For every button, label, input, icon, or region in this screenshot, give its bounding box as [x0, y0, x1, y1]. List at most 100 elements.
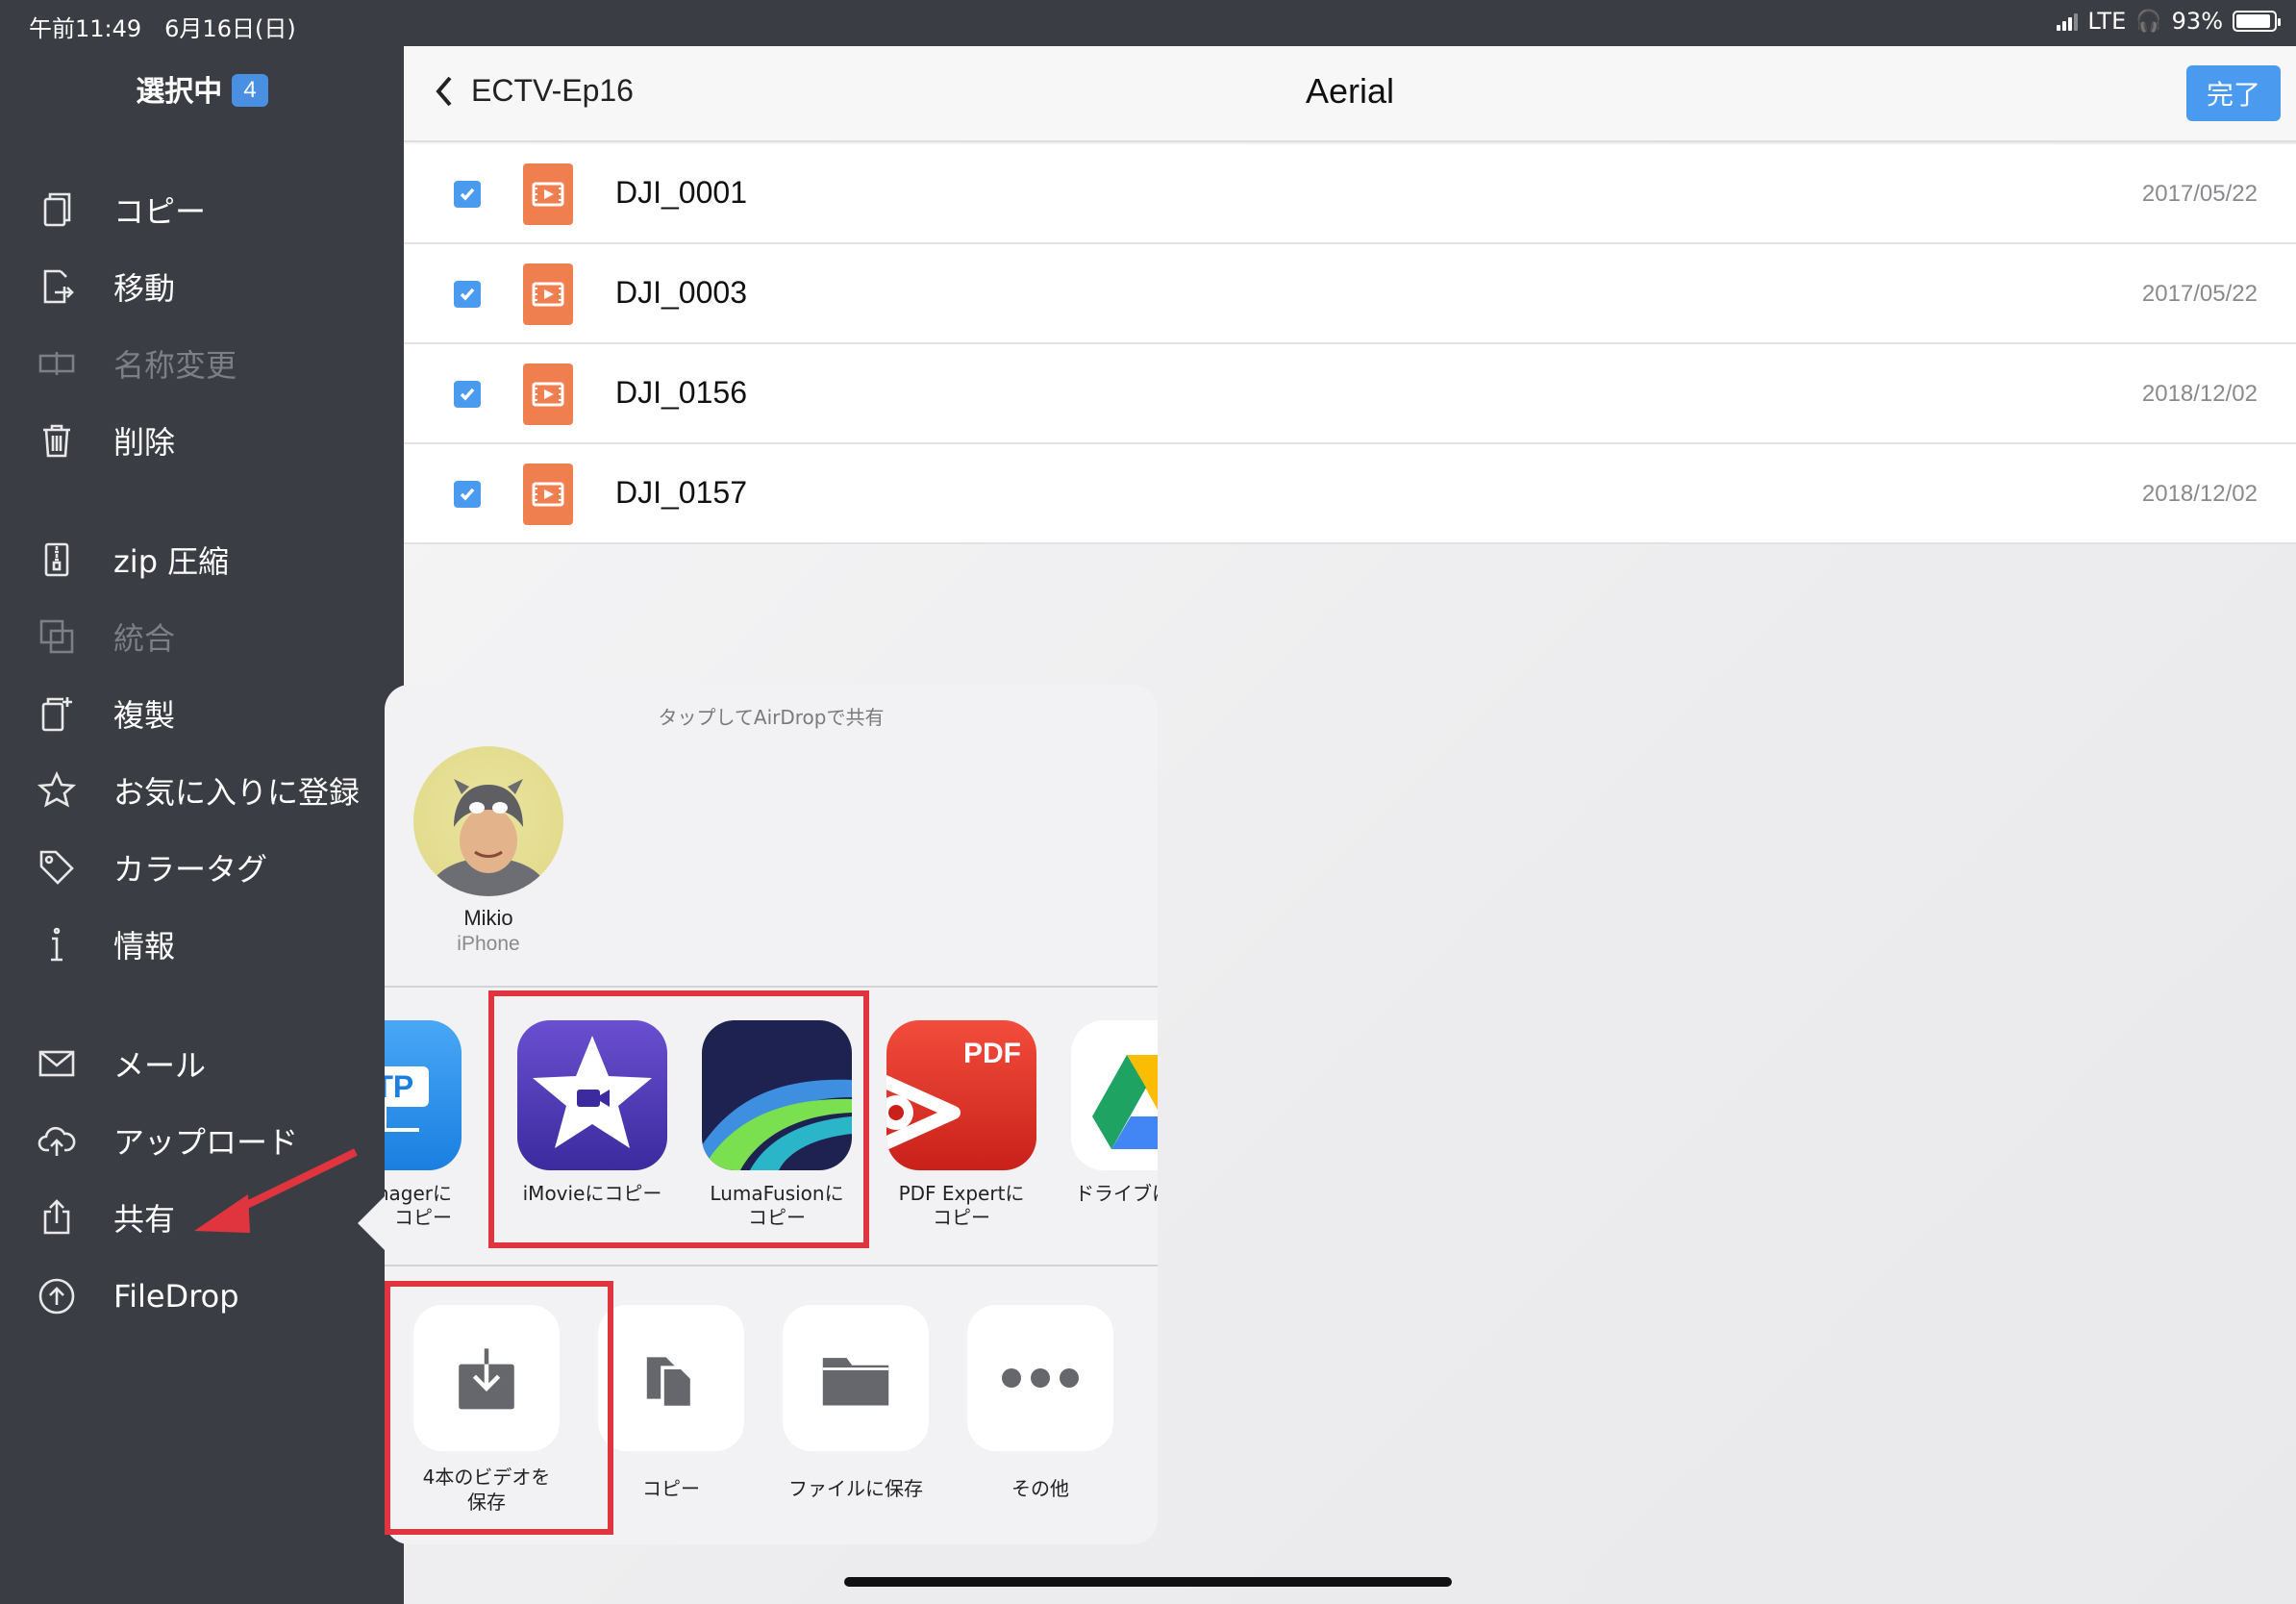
file-date: 2018/12/02 [2141, 381, 2258, 407]
page-title: Aerial [1305, 71, 1395, 111]
sidebar-item-delete[interactable]: 削除 [0, 412, 404, 469]
app-google-drive[interactable]: ドライブに [1071, 1020, 1158, 1206]
duplicate-icon [35, 691, 79, 736]
done-button[interactable]: 完了 [2186, 65, 2281, 121]
airdrop-person-name: Mikio [463, 906, 513, 930]
app-label: PDF Expertに コピー [898, 1182, 1025, 1229]
checkbox[interactable] [454, 481, 481, 508]
highlight-box-apps [488, 990, 869, 1248]
sidebar-item-label: お気に入りに登録 [113, 774, 361, 811]
sidebar-item-zip[interactable]: zip 圧縮 [0, 531, 404, 589]
highlight-box-save [385, 1281, 613, 1535]
file-date: 2018/12/02 [2141, 481, 2258, 507]
checkmark-icon [460, 188, 475, 201]
file-name: DJI_0157 [615, 475, 747, 510]
file-row[interactable]: DJI_0157 2018/12/02 [404, 444, 2296, 544]
sidebar-item-move[interactable]: 移動 [0, 258, 404, 315]
action-label: その他 [1011, 1477, 1069, 1500]
checkmark-icon [460, 288, 475, 301]
divider [385, 986, 1158, 988]
checkmark-icon [460, 388, 475, 401]
selection-header: 選択中 4 [0, 67, 404, 110]
navigation-bar: ECTV-Ep16 Aerial 完了 [404, 46, 2296, 142]
folder-icon [783, 1305, 929, 1451]
star-icon [35, 768, 79, 813]
checkbox[interactable] [454, 181, 481, 208]
home-indicator [844, 1577, 1452, 1587]
avatar [413, 746, 563, 896]
tag-icon [35, 845, 79, 890]
sidebar-item-favorite[interactable]: お気に入りに登録 [0, 762, 404, 819]
checkbox[interactable] [454, 281, 481, 308]
file-row[interactable]: DJI_0003 2017/05/22 [404, 244, 2296, 344]
file-date: 2017/05/22 [2141, 281, 2258, 307]
file-row[interactable]: DJI_0156 2018/12/02 [404, 344, 2296, 444]
trash-icon [35, 418, 79, 463]
copy-action[interactable]: コピー [598, 1305, 744, 1501]
annotation-arrow [194, 1148, 358, 1233]
sidebar-item-label: 情報 [113, 928, 176, 965]
copy-docs-icon [598, 1305, 744, 1451]
battery-icon [2233, 11, 2281, 32]
checkbox[interactable] [454, 381, 481, 408]
sidebar-item-duplicate[interactable]: 複製 [0, 685, 404, 742]
action-label: ファイルに保存 [788, 1477, 923, 1500]
airdrop-target[interactable]: Mikio iPhone [413, 746, 563, 956]
chevron-left-icon [436, 76, 452, 106]
pdf-expert-icon: PDF [886, 1020, 1036, 1170]
sidebar-item-label: zip 圧縮 [113, 543, 230, 580]
info-icon [35, 922, 79, 966]
video-file-icon [523, 163, 573, 225]
sidebar-item-mail[interactable]: メール [0, 1035, 404, 1092]
file-name: DJI_0156 [615, 375, 747, 410]
video-file-icon [523, 363, 573, 425]
selection-count-badge: 4 [232, 74, 268, 107]
sidebar-item-label: 名称変更 [113, 347, 237, 384]
back-label: ECTV-Ep16 [471, 73, 634, 108]
file-row[interactable]: DJI_0001 2017/05/22 [404, 144, 2296, 244]
merge-icon [35, 614, 79, 659]
save-to-files-action[interactable]: ファイルに保存 [783, 1305, 929, 1501]
sidebar-item-label: コピー [113, 193, 207, 230]
ftp-badge: FTP [385, 1066, 429, 1107]
sidebar-item-copy[interactable]: コピー [0, 181, 404, 238]
cellular-signal-icon [2057, 12, 2079, 31]
video-file-icon [523, 263, 573, 325]
sidebar-item-label: カラータグ [113, 851, 268, 888]
mail-icon [35, 1041, 79, 1086]
rename-icon [35, 341, 79, 386]
status-indicators: LTE 🎧 93% [2057, 8, 2281, 35]
sidebar-item-label: FileDrop [113, 1278, 239, 1315]
sidebar-item-rename[interactable]: 名称変更 [0, 335, 404, 392]
file-date: 2017/05/22 [2141, 181, 2258, 207]
headphones-icon: 🎧 [2135, 9, 2162, 34]
ftp-manager-icon: FTP [385, 1020, 462, 1170]
move-icon [35, 264, 79, 309]
video-file-icon [523, 464, 573, 525]
app-pdf-expert[interactable]: PDF PDF Expertに コピー [886, 1020, 1036, 1230]
sidebar-item-color-tag[interactable]: カラータグ [0, 839, 404, 896]
share-icon [35, 1195, 79, 1240]
status-bar: LTE 🎧 93% [404, 0, 2296, 46]
sidebar-item-info[interactable]: 情報 [0, 915, 404, 973]
back-button[interactable]: ECTV-Ep16 [433, 73, 634, 109]
action-label: コピー [642, 1477, 700, 1500]
cloud-upload-icon [35, 1118, 79, 1163]
google-drive-icon [1071, 1020, 1158, 1170]
battery-fill [2236, 14, 2271, 28]
filedrop-icon [35, 1274, 79, 1318]
app-label: Managerに コピー [385, 1182, 452, 1229]
sidebar-item-merge[interactable]: 統合 [0, 608, 404, 665]
app-ftp-manager[interactable]: FTP Managerに コピー [385, 1020, 462, 1230]
checkmark-icon [460, 488, 475, 501]
app-label: ドライブに [1075, 1182, 1158, 1205]
more-action[interactable]: その他 [967, 1305, 1113, 1501]
selection-title: 選択中 [136, 76, 223, 108]
network-type: LTE [2087, 8, 2127, 35]
sidebar-item-label: 削除 [113, 424, 176, 461]
battery-percent: 93% [2171, 8, 2223, 35]
sidebar-item-filedrop[interactable]: FileDrop [0, 1267, 404, 1325]
status-time-date: 午前11:49 6月16日(日) [29, 15, 296, 42]
copy-icon [35, 188, 79, 232]
sidebar-item-label: 複製 [113, 697, 176, 734]
